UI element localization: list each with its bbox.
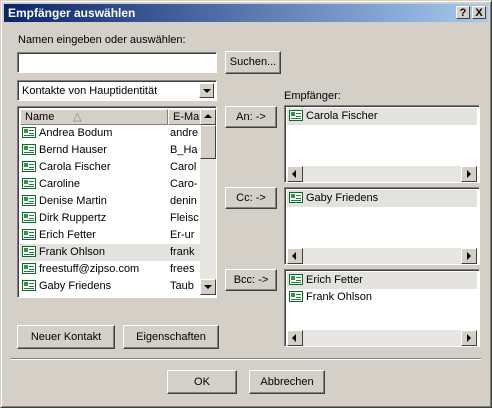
contact-row[interactable]: Andrea Bodum andre (20, 125, 212, 142)
address-book-select[interactable]: Kontakte von Hauptidentität (17, 80, 217, 101)
window-title: Empfänger auswählen (8, 6, 136, 20)
contact-card-icon (22, 161, 36, 172)
add-cc-button[interactable]: Cc: -> (225, 187, 277, 209)
cc-recipient-row[interactable]: Gaby Friedens (287, 190, 477, 207)
contact-row[interactable]: Caroline Caro- (20, 176, 212, 193)
bcc-recipient-row[interactable]: Frank Ohlson (287, 289, 477, 306)
arrow-down-icon (204, 285, 212, 289)
properties-button[interactable]: Eigenschaften (123, 325, 219, 349)
contact-row[interactable]: Gaby Friedens Taub (20, 278, 212, 295)
arrow-left-icon (292, 334, 296, 342)
sort-ascending-icon: △ (73, 111, 82, 123)
scroll-up-button[interactable] (200, 109, 216, 125)
bcc-recipient-row[interactable]: Erich Fetter (287, 272, 477, 289)
to-recipient-row[interactable]: Carola Fischer (287, 108, 477, 125)
column-header-name[interactable]: Name △ (20, 109, 168, 125)
contact-row[interactable]: Carola Fischer Carol (20, 159, 212, 176)
scroll-left-button[interactable] (287, 330, 303, 346)
bcc-recipients-list[interactable]: Erich Fetter Frank Ohlson (284, 269, 480, 347)
new-contact-button[interactable]: Neuer Kontakt (17, 325, 115, 349)
contact-card-icon (22, 195, 36, 206)
ok-button[interactable]: OK (167, 370, 237, 394)
help-button[interactable]: ? (456, 6, 470, 19)
search-input[interactable] (17, 52, 217, 73)
scroll-right-button[interactable] (461, 166, 477, 182)
search-button[interactable]: Suchen... (225, 51, 281, 74)
contact-card-icon (22, 280, 36, 291)
scroll-down-button[interactable] (200, 279, 216, 295)
contact-card-icon (289, 110, 303, 121)
address-book-value: Kontakte von Hauptidentität (22, 85, 158, 97)
scroll-right-button[interactable] (461, 248, 477, 264)
cc-recipients-list[interactable]: Gaby Friedens (284, 187, 480, 265)
contact-row[interactable]: Bernd Hauser B_Ha (20, 142, 212, 159)
search-prompt-label: Namen eingeben oder auswählen: (18, 34, 186, 46)
scroll-right-button[interactable] (461, 330, 477, 346)
contact-row[interactable]: Erich Fetter Er-ur (20, 227, 212, 244)
recipients-label: Empfänger: (284, 90, 341, 102)
contact-row-selected[interactable]: Frank Ohlson frank (20, 244, 212, 261)
add-to-button[interactable]: An: -> (225, 106, 277, 128)
contacts-list[interactable]: Name △ E-Mail Andrea Bodum andre Bernd Ha… (17, 106, 217, 298)
contact-row[interactable]: Dirk Ruppertz Fleisc (20, 210, 212, 227)
contact-card-icon (289, 291, 303, 302)
recipient-dialog: Empfänger auswählen ? X Namen eingeben o… (0, 0, 492, 408)
contact-card-icon (22, 144, 36, 155)
scroll-left-button[interactable] (287, 248, 303, 264)
contact-row[interactable]: freestuff@zipso.com frees (20, 261, 212, 278)
contact-card-icon (22, 263, 36, 274)
to-hscrollbar[interactable] (287, 166, 477, 182)
title-bar[interactable]: Empfänger auswählen ? X (4, 4, 488, 22)
arrow-left-icon (292, 170, 296, 178)
contact-card-icon (22, 246, 36, 257)
column-header-name-label: Name (25, 111, 55, 123)
cc-hscrollbar[interactable] (287, 248, 477, 264)
scrollbar-thumb[interactable] (200, 125, 216, 159)
arrow-up-icon (204, 114, 212, 118)
contact-row[interactable]: Denise Martin denin (20, 193, 212, 210)
contact-card-icon (289, 274, 303, 285)
arrow-right-icon (467, 252, 471, 260)
contact-card-icon (22, 229, 36, 240)
separator (11, 358, 481, 360)
arrow-right-icon (467, 170, 471, 178)
contact-card-icon (22, 127, 36, 138)
dropdown-arrow-icon[interactable] (199, 83, 214, 98)
arrow-right-icon (467, 334, 471, 342)
close-button[interactable]: X (472, 6, 486, 19)
contact-card-icon (22, 212, 36, 223)
contact-card-icon (22, 178, 36, 189)
to-recipients-list[interactable]: Carola Fischer (284, 105, 480, 183)
scroll-left-button[interactable] (287, 166, 303, 182)
add-bcc-button[interactable]: Bcc: -> (225, 269, 277, 291)
contact-card-icon (289, 192, 303, 203)
arrow-left-icon (292, 252, 296, 260)
bcc-hscrollbar[interactable] (287, 330, 477, 346)
cancel-button[interactable]: Abbrechen (249, 370, 325, 394)
